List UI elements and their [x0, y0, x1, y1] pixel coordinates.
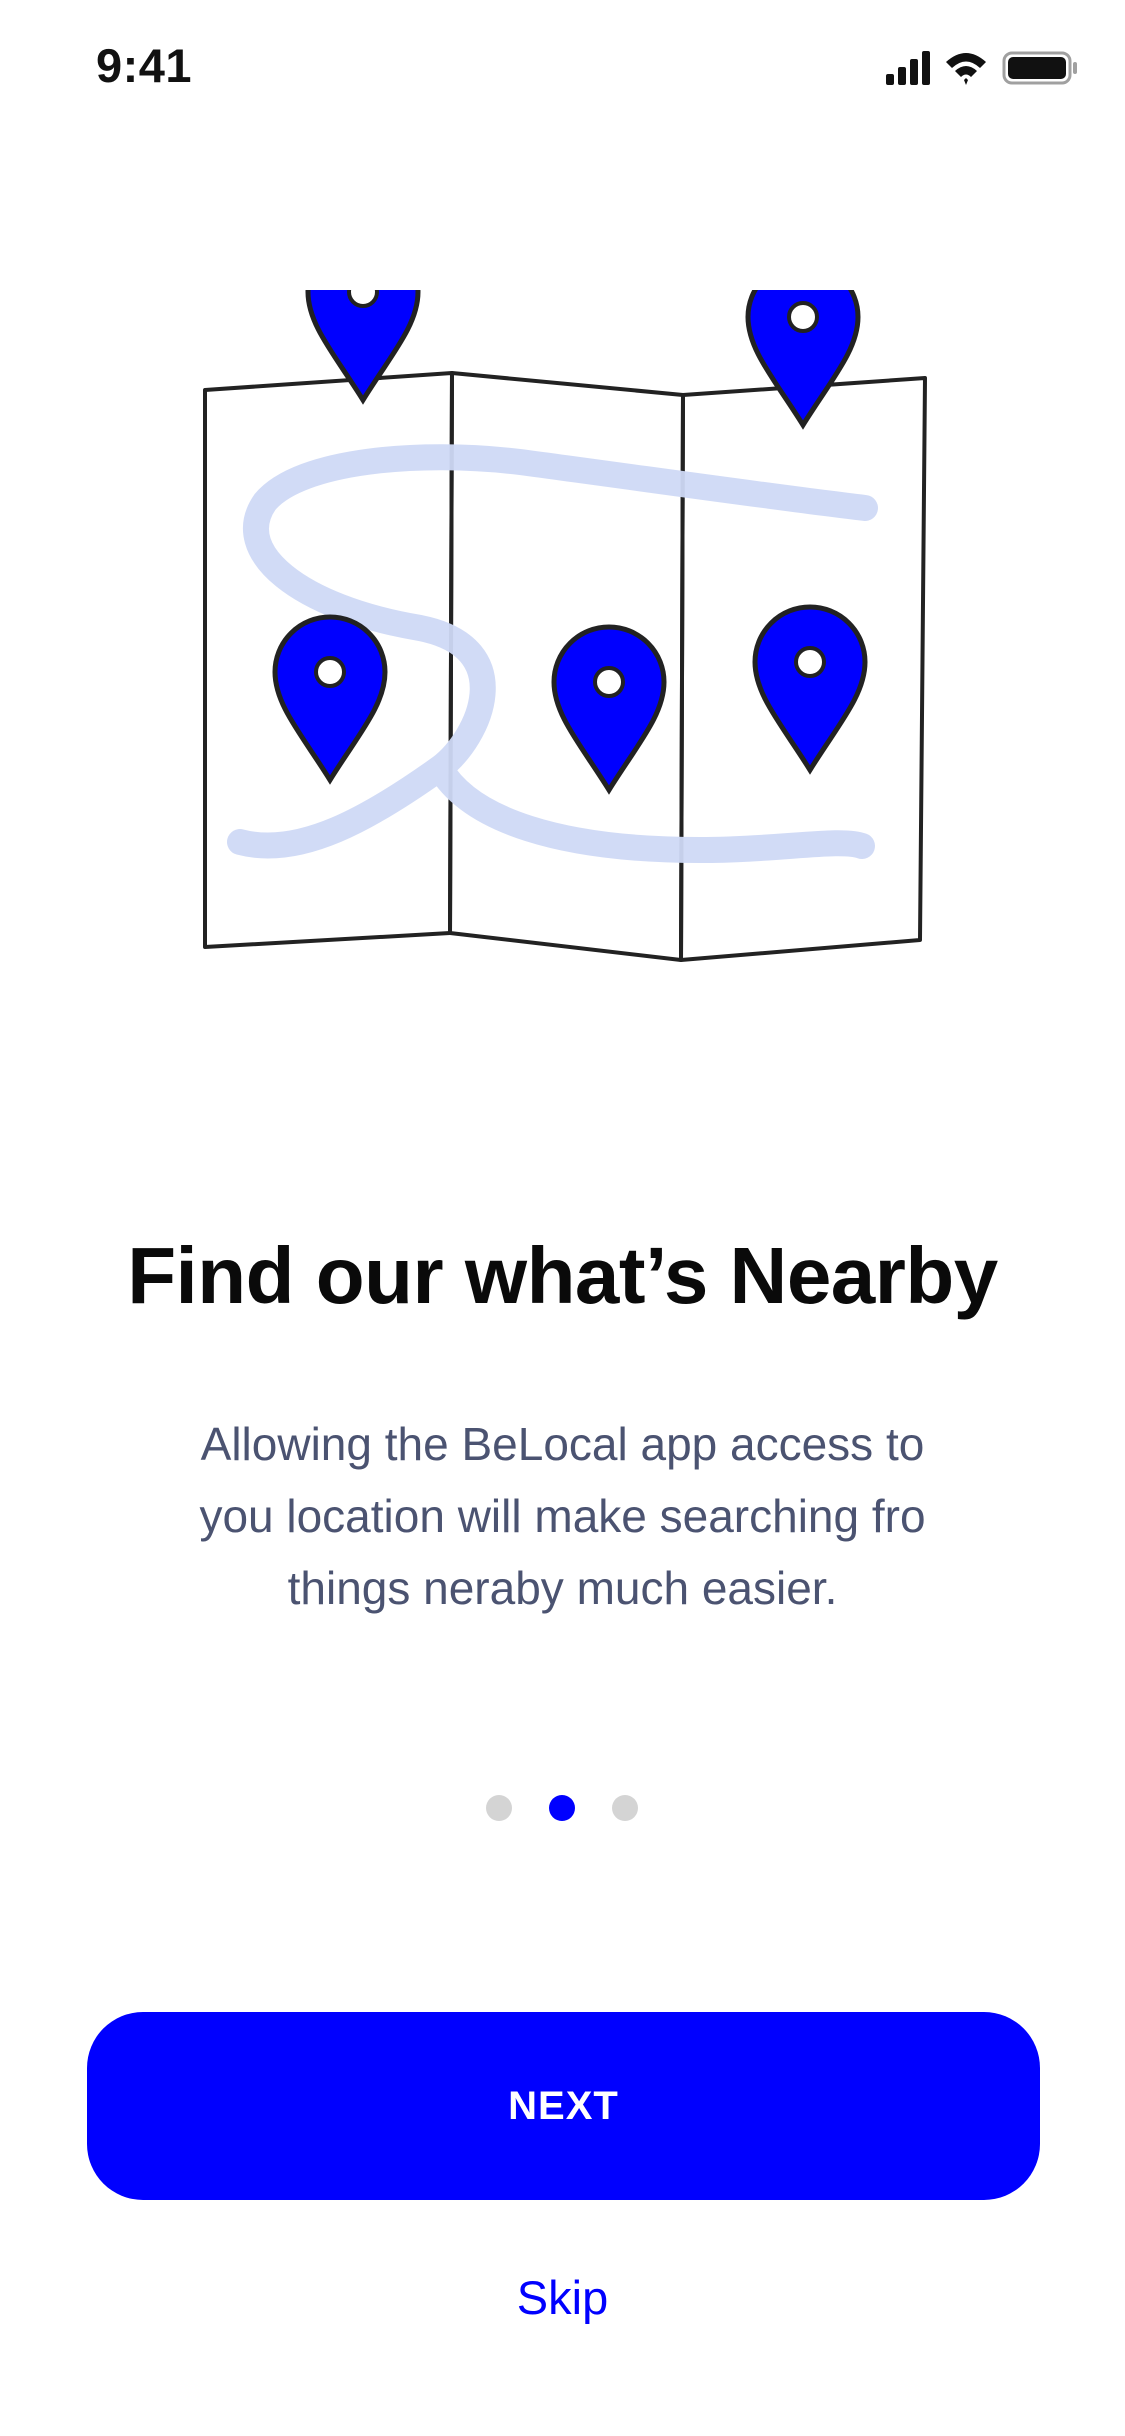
onboarding-title: Find our what’s Nearby	[127, 1231, 998, 1320]
location-pin-icon	[272, 614, 388, 785]
location-pin-icon	[752, 604, 868, 775]
battery-icon	[1002, 51, 1077, 85]
page-dot	[486, 1795, 512, 1821]
status-bar: 9:41	[0, 0, 1125, 135]
onboarding-description: Allowing the BeLocal app access to you l…	[199, 1418, 926, 1614]
skip-link[interactable]: Skip	[0, 2270, 1125, 2325]
next-button[interactable]: NEXT	[87, 2012, 1040, 2200]
page-dot	[612, 1795, 638, 1821]
cellular-signal-icon	[886, 51, 930, 85]
map-illustration	[203, 290, 927, 962]
wifi-icon	[946, 53, 986, 85]
location-pin-icon	[551, 624, 667, 795]
page-indicator	[0, 1795, 1125, 1825]
page-dot-active	[549, 1795, 575, 1821]
status-time: 9:41	[96, 39, 193, 92]
location-pin-icon	[745, 290, 861, 430]
status-icons	[886, 51, 1077, 85]
